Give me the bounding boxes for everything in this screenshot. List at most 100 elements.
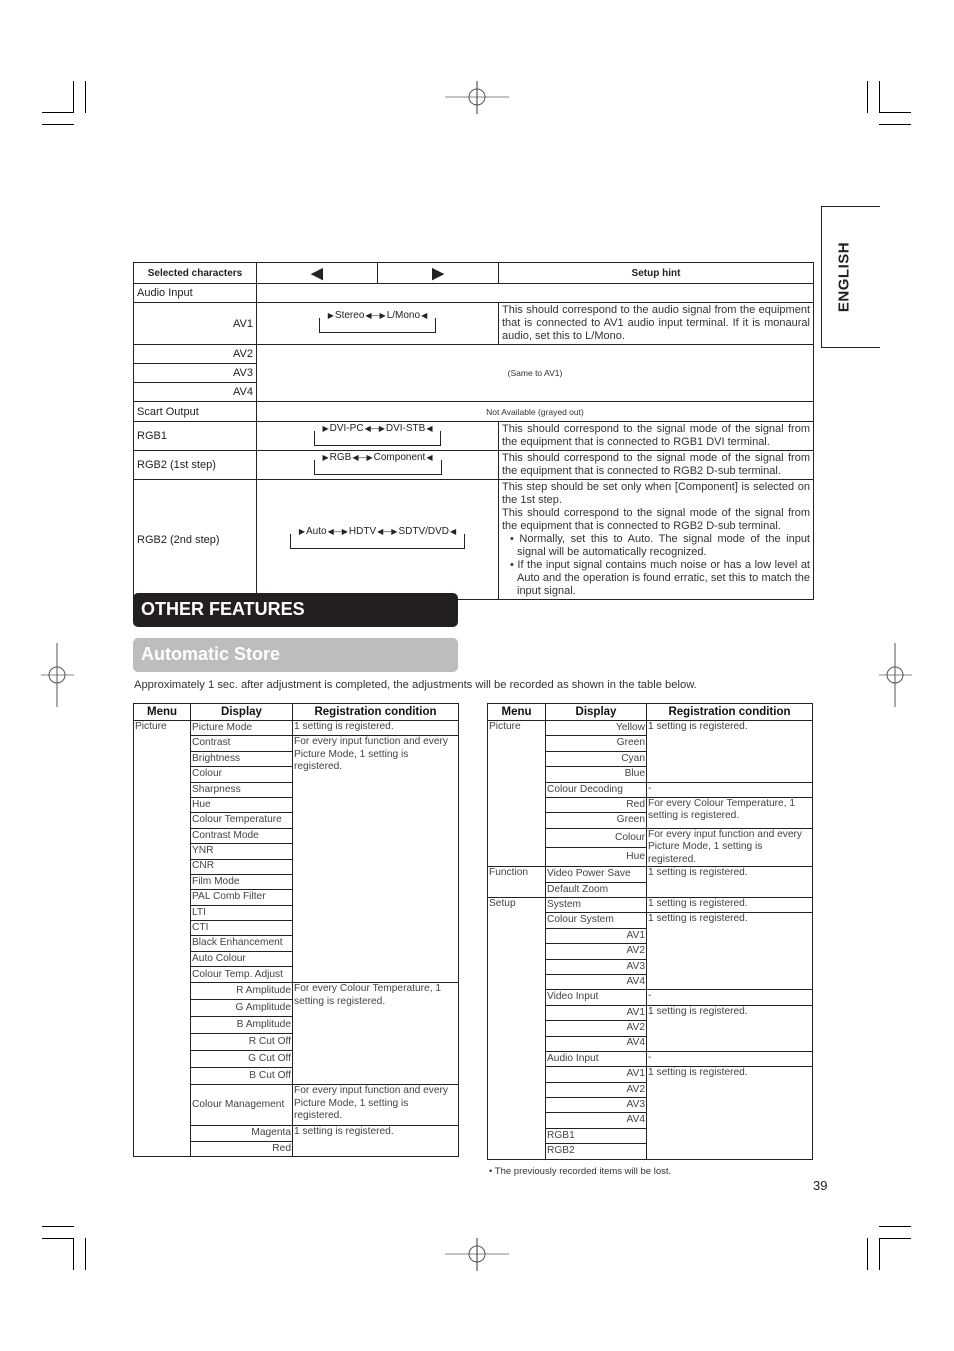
display-cell: CNR [190, 858, 293, 875]
display-cell: AV2 [545, 1020, 647, 1037]
display-cell: AV3 [545, 1097, 647, 1114]
rgb2-1st-cycle: ▶RGB◀—▶Component◀ [256, 450, 499, 480]
header-condition: Registration condition [292, 703, 459, 721]
display-cell: System [545, 897, 647, 914]
display-cell: Colour Decoding [545, 781, 647, 798]
table-row: AV2 (Same to AV1) [133, 344, 814, 402]
display-cell: Red [545, 796, 647, 814]
av1-label: AV1 [133, 302, 257, 345]
display-cell: Contrast [190, 735, 293, 752]
table-row: Setup System 1 setting is registered. [487, 897, 813, 1160]
automatic-store-table-left: Menu Display Registration condition Pict… [133, 703, 459, 1158]
intro-text: Approximately 1 sec. after adjustment is… [134, 679, 697, 691]
display-cell: Hue [190, 796, 293, 814]
display-cell: Colour [190, 766, 293, 783]
av1-cycle: ▶Stereo◀—▶L/Mono◀ [256, 302, 499, 345]
setup-hint-table: Selected characters ◀ ▶ Setup hint Audio… [133, 262, 814, 600]
table-header-row: Menu Display Registration condition [487, 703, 813, 721]
right-arrow-icon: ▶ [377, 262, 499, 284]
header-selected-characters: Selected characters [133, 262, 257, 284]
display-cell: YNR [190, 843, 293, 860]
display-cell: Default Zoom [545, 881, 647, 899]
display-cell: Cyan [545, 750, 647, 768]
menu-cell: Picture [487, 719, 546, 868]
header-display: Display [190, 703, 293, 721]
condition-cell: 1 setting is registered. [646, 1066, 813, 1160]
display-cell: R Cut Off [190, 1033, 293, 1052]
display-cell: Black Enhancement [190, 935, 293, 952]
condition-cell: 1 setting is registered. [646, 866, 813, 899]
display-cell: PAL Comb Filter [190, 889, 293, 906]
registration-mark-bottom [445, 1235, 509, 1273]
display-cell: Contrast Mode [190, 827, 293, 845]
condition-cell: 1 setting is registered. [292, 1125, 459, 1158]
hint-bullet: • Normally, set this to Auto. The signal… [510, 533, 810, 558]
display-cell: B Amplitude [190, 1016, 293, 1035]
table-row: Function Video Power Save 1 setting is reg… [487, 866, 813, 899]
display-cell: Audio Input [545, 1050, 647, 1068]
av3-label: AV3 [133, 363, 257, 383]
rgb1-hint: This should correspond to the signal mod… [498, 421, 814, 451]
display-cell: Film Mode [190, 873, 293, 891]
display-cell: Auto Colour [190, 950, 293, 968]
hint-bullet: • If the input signal contains much nois… [510, 559, 810, 597]
av2-label: AV2 [133, 344, 257, 364]
condition-cell: 1 setting is registered. [646, 1004, 813, 1052]
table-row: RGB2 (1st step) ▶RGB◀—▶Component◀ This s… [133, 450, 814, 480]
display-cell: Colour Management [190, 1084, 293, 1127]
display-cell: RGB1 [545, 1127, 647, 1145]
display-cell: Magenta [190, 1125, 293, 1142]
menu-cell: Function [487, 866, 546, 899]
display-cell: Green [545, 735, 647, 752]
menu-cell: Picture [133, 720, 191, 1158]
display-cell: Red [190, 1140, 293, 1158]
table-header-row: Menu Display Registration condition [133, 703, 459, 721]
condition-cell: - [646, 989, 813, 1006]
display-cell: AV4 [545, 1035, 647, 1052]
display-cell: G Amplitude [190, 999, 293, 1018]
rgb2-2nd-label: RGB2 (2nd step) [133, 479, 257, 600]
display-cell: G Cut Off [190, 1050, 293, 1069]
condition-cell: For every Colour Temperature, 1 setting … [292, 982, 459, 1086]
display-cell: Sharpness [190, 781, 293, 798]
display-cell: AV1 [545, 1066, 647, 1083]
display-cell: Colour Temp. Adjust [190, 966, 293, 984]
header-menu: Menu [133, 703, 191, 721]
table-row: Audio Input [133, 283, 814, 303]
same-note: (Same to AV1) [256, 344, 814, 402]
av1-hint: This should correspond to the audio sign… [498, 302, 814, 345]
condition-cell: 1 setting is registered. [292, 719, 459, 737]
header-menu: Menu [487, 703, 546, 721]
display-cell: LTI [190, 904, 293, 922]
menu-cell: Setup [487, 897, 546, 1160]
scart-output-label: Scart Output [133, 401, 257, 422]
display-cell: AV1 [545, 927, 647, 945]
display-cell: CTI [190, 920, 293, 937]
display-cell: RGB2 [545, 1143, 647, 1160]
footnote: • The previously recorded items will be … [489, 1166, 672, 1177]
header-condition: Registration condition [646, 703, 813, 721]
display-cell: AV4 [545, 1112, 647, 1129]
condition-cell: For every input function and every Pictu… [646, 827, 813, 868]
table-header-row: Selected characters ◀ ▶ Setup hint [133, 262, 814, 284]
condition-cell: - [646, 781, 813, 798]
table-row: Picture Yellow 1 setting is registered. [487, 719, 813, 868]
rgb2-2nd-cycle: ▶Auto◀—▶HDTV◀—▶SDTV/DVD◀ [256, 479, 499, 600]
display-cell: Blue [545, 766, 647, 783]
audio-input-label: Audio Input [133, 283, 257, 303]
subsection-title: Automatic Store [133, 638, 458, 672]
display-cell: B Cut Off [190, 1067, 293, 1086]
page-number: 39 [813, 1178, 828, 1193]
condition-cell: 1 setting is registered. [646, 912, 813, 991]
display-cell: Picture Mode [190, 719, 293, 737]
display-cell: Green [545, 812, 647, 829]
rgb1-label: RGB1 [133, 421, 257, 451]
display-cell: Video Power Save [545, 866, 647, 883]
display-cell: AV3 [545, 958, 647, 975]
display-cell: Video Input [545, 989, 647, 1006]
display-cell: Brightness [190, 750, 293, 768]
rgb2-2nd-hint: This step should be set only when [Compo… [498, 479, 814, 600]
rgb2-1st-hint: This should correspond to the signal mod… [498, 450, 814, 480]
display-cell: R Amplitude [190, 982, 293, 1001]
display-cell: AV1 [545, 1004, 647, 1022]
